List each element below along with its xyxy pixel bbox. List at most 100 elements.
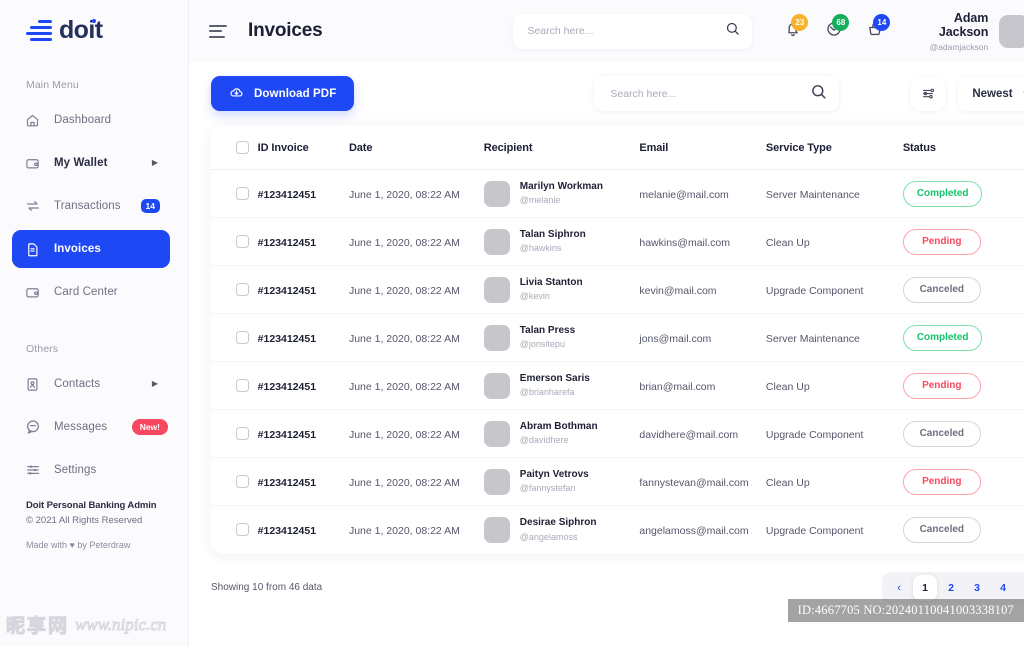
column-header-status[interactable]: Status [902, 125, 1007, 170]
table-search[interactable] [594, 76, 840, 111]
messages-mail-button[interactable]: 68 [825, 14, 850, 42]
row-select-cell [211, 313, 258, 362]
sidebar-item-invoices[interactable]: Invoices [12, 230, 170, 268]
search-icon[interactable] [810, 83, 827, 105]
user-menu[interactable]: Adam Jackson @adamjackson ▼ [909, 11, 1024, 52]
select-all-checkbox[interactable] [236, 141, 249, 154]
row-more-menu-icon[interactable] [1007, 331, 1024, 344]
invoice-id: #123412451 [257, 428, 317, 441]
cell-date: June 1, 2020, 08:22 AM [348, 457, 484, 506]
row-checkbox[interactable] [236, 379, 249, 392]
row-more-menu-icon[interactable] [1007, 427, 1024, 440]
sidebar-item-dashboard[interactable]: Dashboard [12, 101, 170, 139]
basket-button[interactable]: 14 [866, 14, 891, 42]
pagination-page-4[interactable]: 4 [991, 575, 1015, 601]
transactions-badge: 14 [140, 199, 160, 213]
sidebar-item-label: Dashboard [54, 114, 112, 126]
avatar [483, 372, 510, 399]
sidebar-footer-title: Doit Personal Banking Admin [26, 500, 157, 511]
pagination: ‹1234› [882, 571, 1024, 604]
row-more-menu-icon[interactable] [1007, 475, 1024, 488]
row-select-cell [211, 217, 258, 266]
download-pdf-button[interactable]: Download PDF [211, 76, 355, 111]
table-row[interactable]: #123412451 June 1, 2020, 08:22 AM Emerson … [211, 361, 1024, 410]
pagination-page-3[interactable]: 3 [965, 575, 989, 601]
avatar [483, 468, 510, 495]
header-search-input[interactable] [527, 25, 726, 37]
recipient-handle: @hawkins [519, 243, 562, 254]
row-checkbox[interactable] [236, 331, 249, 344]
status-badge: Pending [902, 372, 981, 399]
select-all-cell [211, 125, 258, 170]
sidebar-item-label: My Wallet [54, 157, 108, 169]
search-icon[interactable] [725, 21, 740, 41]
row-checkbox[interactable] [236, 475, 249, 488]
table-row[interactable]: #123412451 June 1, 2020, 08:22 AM Paityn V… [211, 457, 1024, 506]
invoice-date: June 1, 2020, 08:22 AM [348, 428, 460, 441]
recipient: Paityn Vetrovs @fannystefan [483, 468, 640, 495]
table-row[interactable]: #123412451 June 1, 2020, 08:22 AM Livia St… [211, 265, 1024, 314]
column-header-id[interactable]: ID Invoice [257, 125, 349, 170]
notifications-bell-button[interactable]: 23 [784, 14, 809, 42]
sidebar-item-transactions[interactable]: Transactions 14 [12, 187, 170, 225]
table-row[interactable]: #123412451 June 1, 2020, 08:22 AM Talan Si… [211, 217, 1024, 266]
row-select-cell [211, 265, 258, 314]
cell-id: #123412451 [257, 361, 349, 410]
header-search[interactable] [513, 13, 753, 49]
sidebar-section-others: Others [26, 343, 59, 355]
recipient: Talan Siphron @hawkins [483, 228, 640, 255]
page-title: Invoices [248, 20, 323, 41]
recipient-handle: @angelamoss [519, 531, 578, 542]
row-checkbox[interactable] [236, 283, 249, 296]
cell-service: Clean Up [765, 457, 903, 506]
column-header-date[interactable]: Date [348, 125, 484, 170]
invoice-id: #123412451 [257, 380, 317, 393]
sidebar-item-contacts[interactable]: Contacts ▶ [12, 365, 170, 403]
column-header-recipient[interactable]: Recipient [483, 125, 640, 170]
cell-actions [1006, 313, 1024, 362]
row-more-menu-icon[interactable] [1007, 283, 1024, 296]
table-row[interactable]: #123412451 June 1, 2020, 08:22 AM Marilyn … [211, 169, 1024, 218]
recipient-name: Paityn Vetrovs [519, 468, 589, 480]
recipient-handle: @kevin [519, 291, 550, 302]
table-row[interactable]: #123412451 June 1, 2020, 08:22 AM Talan Pr… [211, 313, 1024, 362]
column-header-email[interactable]: Email [639, 125, 766, 170]
row-checkbox[interactable] [236, 187, 249, 200]
row-more-menu-icon[interactable] [1007, 235, 1024, 248]
invoice-id: #123412451 [257, 476, 317, 489]
row-more-menu-icon[interactable] [1007, 379, 1024, 392]
sort-dropdown[interactable]: Newest ▼ [958, 76, 1024, 111]
recipient-email: fannystevan@mail.com [639, 476, 749, 489]
avatar[interactable] [999, 14, 1024, 48]
sidebar-item-card-center[interactable]: Card Center [12, 273, 170, 311]
chevron-right-icon: ▶ [151, 158, 158, 167]
cell-actions [1007, 506, 1024, 554]
status-badge: Canceled [902, 420, 981, 447]
brand-logo[interactable]: doit [0, 0, 188, 43]
sidebar-item-my-wallet[interactable]: My Wallet ▶ [12, 144, 170, 182]
column-header-service[interactable]: Service Type [765, 125, 903, 170]
pagination-page-1[interactable]: 1 [913, 574, 938, 601]
menu-toggle-icon[interactable] [209, 24, 227, 38]
pagination-prev[interactable]: ‹ [887, 575, 911, 601]
table-search-input[interactable] [610, 87, 811, 100]
invoice-id: #123412451 [257, 524, 317, 537]
row-select-cell [211, 409, 258, 458]
table-row[interactable]: #123412451 June 1, 2020, 08:22 AM Desirae … [211, 506, 1024, 554]
pagination-next[interactable]: › [1017, 575, 1024, 601]
pagination-page-2[interactable]: 2 [939, 575, 963, 601]
card-icon [24, 284, 41, 301]
cell-service: Server Maintenance [765, 169, 903, 218]
row-more-menu-icon[interactable] [1007, 187, 1024, 200]
cell-email: melanie@mail.com [639, 169, 766, 218]
sidebar-item-settings[interactable]: Settings [12, 451, 170, 489]
sidebar-item-messages[interactable]: Messages New! [12, 408, 170, 446]
cell-id: #123412451 [257, 313, 349, 362]
filter-button[interactable] [911, 76, 946, 111]
status-badge: Pending [902, 468, 981, 495]
row-checkbox[interactable] [236, 427, 249, 440]
row-more-menu-icon[interactable] [1007, 523, 1024, 536]
row-checkbox[interactable] [236, 235, 249, 248]
row-checkbox[interactable] [236, 523, 249, 537]
table-row[interactable]: #123412451 June 1, 2020, 08:22 AM Abram Bo… [211, 409, 1024, 458]
